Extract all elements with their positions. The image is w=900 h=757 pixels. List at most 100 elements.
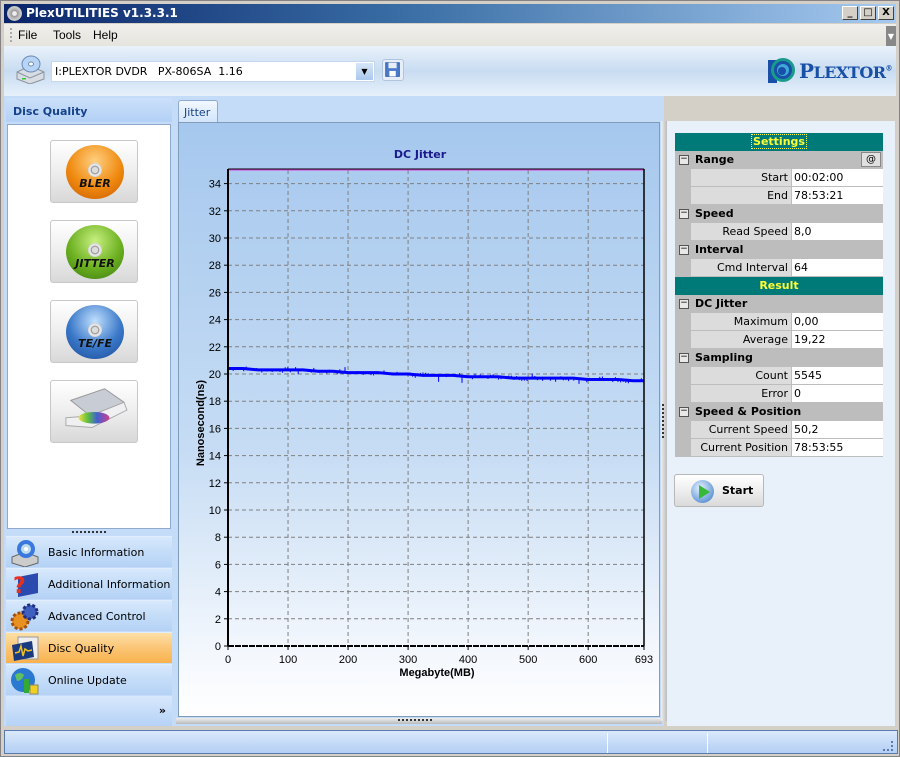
y-tick-label: 8 (215, 532, 221, 544)
group-dc-jitter: − DC Jitter (675, 295, 883, 313)
y-tick-label: 26 (209, 287, 221, 299)
bler-disc-icon: BLER (66, 145, 124, 199)
end-field[interactable]: 78:53:21 (791, 187, 883, 205)
y-tick-label: 4 (215, 587, 221, 599)
read-speed-field[interactable]: 8,0 (791, 223, 883, 241)
drive-select[interactable]: I:PLEXTOR DVDR PX-806SA 1.16 ▼ (51, 61, 375, 82)
y-tick-label: 32 (209, 206, 221, 218)
prop-row-start: Start 00:02:00 (675, 169, 883, 187)
chart-axes (227, 168, 645, 647)
chart-series (227, 366, 644, 646)
property-grid: Settings − Range @ Start 00:02:00 End 78:5… (674, 132, 884, 458)
save-button[interactable] (382, 59, 404, 81)
left-splitter[interactable] (72, 531, 106, 535)
tool-button-area: BLER JITTER TE/FE (7, 124, 171, 529)
drive-select-value: I:PLEXTOR DVDR PX-806SA 1.16 (55, 65, 243, 78)
left-panel: Disc Quality BLER JITTER TE/FE Basic Inf… (4, 96, 174, 726)
nav-advanced-control[interactable]: Advanced Control (6, 600, 172, 631)
x-tick-label: 693 (635, 654, 653, 666)
menu-file[interactable]: File (18, 28, 37, 42)
floppy-disk-icon (385, 62, 400, 77)
center-panel: Jitter DC Jitter 0 2 4 6 8 10 12 14 16 18 20 22 24 26… (174, 96, 664, 726)
y-axis-ticks: 0246810121416182022242628303234 (209, 179, 228, 653)
nav-label: Additional Information (48, 578, 171, 591)
y-tick-label: 28 (209, 260, 221, 272)
x-tick-label: 0 (225, 654, 231, 666)
group-range: − Range @ (675, 151, 883, 169)
collapse-toggle[interactable]: − (679, 245, 689, 255)
title-bar[interactable]: PlexUTILITIES v1.3.3.1 _ □ X (4, 4, 896, 23)
prop-row-end: End 78:53:21 (675, 187, 883, 205)
maximize-button[interactable]: □ (860, 6, 876, 20)
group-interval: − Interval (675, 241, 883, 259)
collapse-toggle[interactable]: − (679, 155, 689, 165)
disc-drive-icon (11, 540, 39, 567)
result-header: Result (675, 277, 883, 295)
y-tick-label: 20 (209, 369, 221, 381)
collapse-toggle[interactable]: − (679, 299, 689, 309)
start-field[interactable]: 00:02:00 (791, 169, 883, 187)
close-button[interactable]: X (878, 6, 894, 20)
dc-jitter-chart: DC Jitter 024681012141618202224262830323… (195, 148, 653, 679)
nav-label: Basic Information (48, 546, 145, 559)
collapse-toggle[interactable]: − (679, 353, 689, 363)
nav-basic-information[interactable]: Basic Information (6, 536, 172, 567)
y-tick-label: 30 (209, 233, 221, 245)
y-tick-label: 24 (209, 315, 221, 327)
x-axis-label: Megabyte(MB) (399, 667, 475, 679)
gears-icon (10, 603, 39, 631)
y-tick-label: 6 (215, 559, 221, 571)
optical-drive-icon (16, 55, 45, 84)
drive-tray-icon (65, 388, 128, 428)
left-panel-header: Disc Quality (6, 98, 172, 122)
right-panel: Settings − Range @ Start 00:02:00 End 78:5… (667, 121, 895, 726)
nav-label: Disc Quality (48, 642, 115, 655)
group-speed: − Speed (675, 205, 883, 223)
nav-additional-information[interactable]: ? Additional Information (6, 568, 172, 599)
bler-button[interactable]: BLER (50, 140, 138, 203)
window-title: PlexUTILITIES v1.3.3.1 (26, 6, 178, 20)
play-icon (691, 480, 714, 503)
menu-bar: File Tools Help ▼ (4, 24, 896, 46)
range-at-button[interactable]: @ (861, 152, 881, 167)
drive-tray-button[interactable] (50, 380, 138, 443)
menu-tools[interactable]: Tools (53, 28, 81, 42)
drive-toolbar: I:PLEXTOR DVDR PX-806SA 1.16 ▼ PLEXTOR® (4, 46, 896, 96)
prop-row-current-speed: Current Speed 50,2 (675, 421, 883, 439)
plextor-logo-text: PLEXTOR® (799, 59, 893, 83)
tab-jitter-label: Jitter (184, 106, 211, 119)
group-sampling: − Sampling (675, 349, 883, 367)
prop-row-average: Average 19,22 (675, 331, 883, 349)
x-axis-ticks: 0 100 200 300 400 500 600 693 (225, 646, 653, 666)
x-tick-label: 400 (459, 654, 477, 666)
resize-grip[interactable] (883, 741, 893, 751)
collapse-toggle[interactable]: − (679, 407, 689, 417)
start-button[interactable]: Start (674, 474, 764, 507)
y-tick-label: 14 (209, 451, 221, 463)
help-book-icon: ? (13, 573, 38, 599)
y-tick-label: 12 (209, 478, 221, 490)
nav-disc-quality[interactable]: Disc Quality (6, 632, 172, 663)
cmd-interval-field[interactable]: 64 (791, 259, 883, 277)
plextor-logo-icon (768, 58, 795, 83)
chart-bottom-splitter[interactable] (176, 718, 662, 724)
chart-panel: DC Jitter 0 2 4 6 8 10 12 14 16 18 20 22 24 26 28 30 32 3… (178, 122, 660, 717)
menu-overflow-button[interactable]: ▼ (886, 26, 896, 46)
tab-jitter[interactable]: Jitter (178, 100, 218, 122)
nav-online-update[interactable]: Online Update (6, 664, 172, 695)
x-tick-label: 200 (339, 654, 357, 666)
nav-label: Online Update (48, 674, 127, 687)
jitter-disc-icon: JITTER (66, 225, 124, 279)
menu-grip[interactable] (10, 28, 12, 42)
x-tick-label: 100 (279, 654, 297, 666)
menu-help[interactable]: Help (93, 28, 118, 42)
prop-row-maximum: Maximum 0,00 (675, 313, 883, 331)
minimize-button[interactable]: _ (842, 6, 858, 20)
tefe-button[interactable]: TE/FE (50, 300, 138, 363)
monitor-waveform-icon (12, 636, 39, 661)
collapse-toggle[interactable]: − (679, 209, 689, 219)
prop-row-count: Count 5545 (675, 367, 883, 385)
more-options-icon[interactable]: » (159, 704, 166, 717)
jitter-button[interactable]: JITTER (50, 220, 138, 283)
chevron-down-icon[interactable]: ▼ (356, 63, 373, 80)
